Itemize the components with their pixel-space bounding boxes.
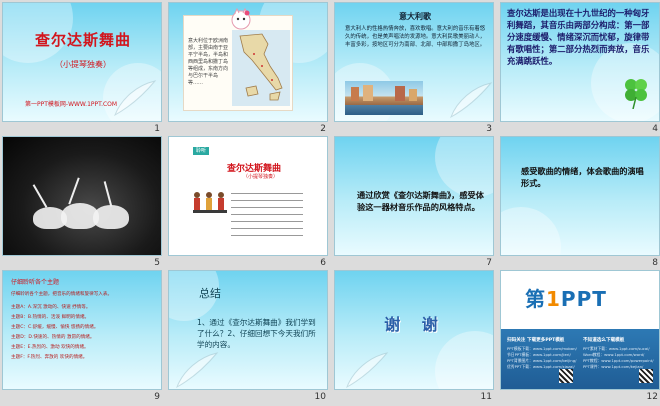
slide-7[interactable]: 通过欣赏《查尔达斯舞曲》，感受体验这一器材音乐作品的风格特点。 (334, 136, 494, 256)
slide-number: 1 (154, 124, 160, 134)
list-item: 主题F：F.热烈、奔放的 欢快的情绪。 (11, 355, 88, 360)
slide-number: 8 (652, 258, 658, 268)
slide-3[interactable]: 意大利歌 意大利人的性格热情奔放，喜欢歌唱。意大利的音乐有着悠久的传统，也是美声… (334, 2, 494, 122)
listen-tag: 聆听 (193, 147, 209, 155)
map-caption: 意大利位于欧洲南部，主要由南于亚平宁半岛，半岛和西西里岛和撒丁岛等组成，东南方向… (188, 38, 229, 86)
score-staff (231, 193, 303, 242)
score-subtitle: （小提琴独奏） (243, 174, 279, 180)
slide-2[interactable]: 意大利位于欧洲南部，主要由南于亚平宁半岛，半岛和西西里岛和撒丁岛等组成，东南方向… (168, 2, 328, 122)
slide-thumb-10[interactable]: 总结 1、通过《查尔达斯舞曲》我们学到了什么？2、仔细回想下今天我们所学的内容。… (168, 270, 328, 404)
slide-11[interactable]: 谢 谢 (334, 270, 494, 390)
slide-intro: 仔细聆听各个主题，把音乐的情绪和旋律写入表。 (11, 292, 113, 297)
band-illustration (191, 187, 229, 223)
list-item: 主题C：C.舒缓，缓慢、愉快 悠扬的情绪。 (11, 325, 99, 330)
slide-subtitle: （小提琴独奏） (55, 60, 111, 69)
ballet-photo (3, 137, 161, 255)
slide-5[interactable] (2, 136, 162, 256)
slide-body: 意大利人的性格热情奔放，喜欢歌唱。意大利的音乐有着悠久的传统，也是美声唱法的发源… (345, 26, 486, 48)
list-item: 主题A：A.深沉 激动的、快速 抒情等。 (11, 305, 91, 310)
slide-thumb-4[interactable]: 查尔达斯是出现在十九世纪的一种匈牙利舞蹈，其音乐由两部分构成：第一部分速度缓慢、… (500, 2, 660, 136)
slide-thumb-3[interactable]: 意大利歌 意大利人的性格热情奔放，喜欢歌唱。意大利的音乐有着悠久的传统，也是美声… (334, 2, 494, 136)
brand-logo: 第1PPT (525, 287, 607, 311)
clover-icon (625, 79, 647, 109)
slide-sorter-grid: 查尔达斯舞曲 （小提琴独奏） 第一PPT模板网-WWW.1PPT.COM 1 意… (0, 0, 660, 406)
feather-icon (114, 80, 157, 117)
slide-thumb-8[interactable]: 感受歌曲的情绪，体会歌曲的演唱形式。 8 (500, 136, 660, 270)
slide-number: 2 (320, 124, 326, 134)
qr-code-icon (559, 369, 573, 383)
slide-thumb-11[interactable]: 谢 谢 11 (334, 270, 494, 404)
slide-thumb-2[interactable]: 意大利位于欧洲南部，主要由南于亚平宁半岛，半岛和西西里岛和撒丁岛等组成，东南方向… (168, 2, 328, 136)
slide-body: 查尔达斯是出现在十九世纪的一种匈牙利舞蹈，其音乐由两部分构成：第一部分速度缓慢、… (507, 8, 650, 66)
slide-body: 1、通过《查尔达斯舞曲》我们学到了什么？2、仔细回想下今天我们所学的内容。 (197, 318, 316, 349)
slide-12[interactable]: 第1PPT 扫码关注 下载更多PPT模板 PPT模板下载：www.1ppt.co… (500, 270, 660, 390)
slide-10[interactable]: 总结 1、通过《查尔达斯舞曲》我们学到了什么？2、仔细回想下今天我们所学的内容。 (168, 270, 328, 390)
slide-number: 12 (646, 392, 658, 402)
slide-number: 9 (154, 392, 160, 402)
footer-column-1: 扫码关注 下载更多PPT模板 PPT模板下载：www.1ppt.com/moba… (507, 338, 577, 369)
qr-code-icon (639, 369, 653, 383)
slide-thumb-5[interactable]: 5 (2, 136, 162, 270)
slide-title: 总结 (199, 287, 221, 300)
slide-number: 3 (486, 124, 492, 134)
slide-thumb-12[interactable]: 第1PPT 扫码关注 下载更多PPT模板 PPT模板下载：www.1ppt.co… (500, 270, 660, 404)
bubble-decor (435, 331, 493, 389)
thanks-text: 谢 谢 (384, 315, 446, 334)
slide-number: 11 (480, 392, 492, 402)
slide-body: 感受歌曲的情绪，体会歌曲的演唱形式。 (521, 166, 644, 188)
score-sheet: 聆听 查尔达斯舞曲 （小提琴独奏） (187, 145, 307, 249)
slide-number: 7 (486, 258, 492, 268)
list-item: 主题D：D.快速的、热情的 激昂的情绪。 (11, 335, 95, 340)
slide-8[interactable]: 感受歌曲的情绪，体会歌曲的演唱形式。 (500, 136, 660, 256)
slide-number: 6 (320, 258, 326, 268)
list-item: 主题E：E.热烈的、激动 欢快的情绪。 (11, 345, 89, 350)
slide-title: 仔细聆听各个主题 (11, 279, 60, 286)
logo-area: 第1PPT (501, 271, 659, 327)
bubble-decor (501, 207, 561, 255)
slide-4[interactable]: 查尔达斯是出现在十九世纪的一种匈牙利舞蹈，其音乐由两部分构成：第一部分速度缓慢、… (500, 2, 660, 122)
feather-icon (450, 82, 493, 119)
footer-column-2: 不知道选么下载模板 PPT素材下载：www.1ppt.com/sucai/ Wo… (583, 338, 654, 369)
bubble-decor (435, 137, 493, 197)
list-item: 主题B：B.热情的、活泼 鲜明的情绪。 (11, 315, 90, 320)
slide-9[interactable]: 仔细聆听各个主题 仔细聆听各个主题，把音乐的情绪和旋律写入表。 主题A：A.深沉… (2, 270, 162, 390)
cat-mascot-icon (231, 8, 251, 30)
italy-map (232, 30, 290, 106)
slide-thumb-1[interactable]: 查尔达斯舞曲 （小提琴独奏） 第一PPT模板网-WWW.1PPT.COM 1 (2, 2, 162, 136)
theme-list: 主题A：A.深沉 激动的、快速 抒情等。 主题B：B.热情的、活泼 鲜明的情绪。… (11, 303, 157, 363)
map-card: 意大利位于欧洲南部，主要由南于亚平宁半岛，半岛和西西里岛和撒丁岛等组成，东南方向… (183, 8, 293, 111)
slide-body: 通过欣赏《查尔达斯舞曲》，感受体验这一器材音乐作品的风格特点。 (357, 190, 484, 212)
slide-number: 5 (154, 258, 160, 268)
feather-icon (346, 352, 389, 389)
slide-6[interactable]: 聆听 查尔达斯舞曲 （小提琴独奏） (168, 136, 328, 256)
slide-1[interactable]: 查尔达斯舞曲 （小提琴独奏） 第一PPT模板网-WWW.1PPT.COM (2, 2, 162, 122)
slide-thumb-9[interactable]: 仔细聆听各个主题 仔细聆听各个主题，把音乐的情绪和旋律写入表。 主题A：A.深沉… (2, 270, 162, 404)
slide-thumb-6[interactable]: 聆听 查尔达斯舞曲 （小提琴独奏） 6 (168, 136, 328, 270)
venice-photo (345, 81, 423, 115)
slide-title: 查尔达斯舞曲 (34, 31, 131, 49)
slide-number: 4 (652, 124, 658, 134)
slide-title: 意大利歌 (399, 12, 431, 21)
slide-number: 10 (314, 392, 326, 402)
feather-icon (176, 352, 219, 389)
slide-thumb-7[interactable]: 通过欣赏《查尔达斯舞曲》，感受体验这一器材音乐作品的风格特点。 7 (334, 136, 494, 270)
slide-credit: 第一PPT模板网-WWW.1PPT.COM (25, 101, 118, 108)
